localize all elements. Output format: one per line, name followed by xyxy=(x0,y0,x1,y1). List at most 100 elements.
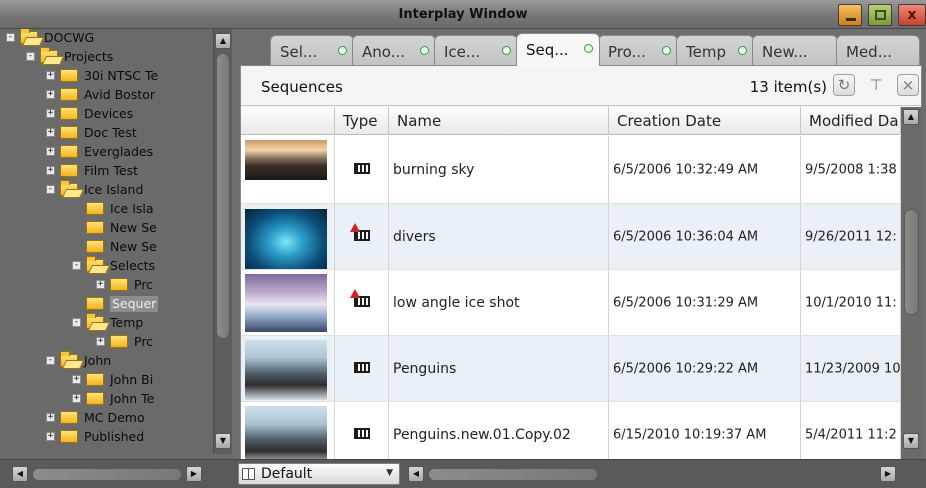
tab[interactable]: Pro... xyxy=(598,35,678,66)
scroll-up-icon[interactable]: ▲ xyxy=(215,33,231,49)
tree-item-label: DOCWG xyxy=(44,30,95,45)
tree-item[interactable]: Sequer xyxy=(0,296,212,312)
folder-icon xyxy=(110,335,128,348)
scroll-right-icon[interactable]: ▶ xyxy=(186,466,202,482)
expand-icon[interactable]: + xyxy=(46,71,55,80)
folder-icon xyxy=(60,88,78,101)
modified-date-text: 9/26/2011 12: xyxy=(805,229,897,244)
tree-item[interactable]: + Published xyxy=(0,429,212,445)
table-row[interactable]: Penguins.new.01.Copy.02 6/15/2010 10:19:3… xyxy=(241,402,901,459)
scroll-left-icon[interactable]: ◀ xyxy=(12,466,28,482)
tree-item-label: MC Demo xyxy=(84,410,145,425)
tree-item[interactable]: - DOCWG xyxy=(0,29,212,46)
tree-vertical-scrollbar[interactable]: ▲ ▼ xyxy=(213,29,232,454)
open-folder-icon xyxy=(60,351,78,367)
open-folder-icon xyxy=(40,47,58,63)
scroll-up-icon[interactable]: ▲ xyxy=(903,109,919,125)
tree-item[interactable]: + MC Demo xyxy=(0,410,212,426)
view-preset-select[interactable]: Default ▼ xyxy=(238,463,400,485)
refresh-icon[interactable]: ↻ xyxy=(833,74,855,96)
collapse-icon[interactable]: - xyxy=(46,185,55,194)
expand-icon[interactable]: + xyxy=(46,166,55,175)
expand-icon[interactable]: + xyxy=(46,432,55,441)
tab[interactable]: Ice... xyxy=(434,35,518,66)
table-row[interactable]: divers 6/5/2006 10:36:04 AM 9/26/2011 12: xyxy=(241,204,901,270)
tree-horizontal-scrollbar[interactable]: ◀ ▶ xyxy=(0,459,232,488)
tree-item[interactable]: + Film Test xyxy=(0,163,212,179)
open-folder-icon xyxy=(86,313,104,329)
tree-item[interactable]: + John Bi xyxy=(0,372,212,388)
tab[interactable]: Sel... xyxy=(270,35,354,66)
tree-item[interactable]: - Ice Island xyxy=(0,180,212,198)
maximize-button[interactable] xyxy=(868,4,892,26)
tree-item[interactable]: + Devices xyxy=(0,106,212,122)
column-header[interactable]: Type xyxy=(335,107,389,135)
expand-icon[interactable]: + xyxy=(46,90,55,99)
table-scroll-thumb[interactable] xyxy=(904,209,919,315)
scroll-down-icon[interactable]: ▼ xyxy=(215,433,231,449)
tab[interactable]: Med... xyxy=(836,35,920,66)
collapse-icon[interactable]: - xyxy=(26,52,35,61)
minimize-button[interactable] xyxy=(838,4,862,26)
table-row[interactable]: low angle ice shot 6/5/2006 10:31:29 AM 10… xyxy=(241,270,901,336)
column-header[interactable]: Creation Date xyxy=(609,107,801,135)
tree-item[interactable]: - Projects xyxy=(0,47,212,65)
tree-hscroll-thumb[interactable] xyxy=(32,468,182,481)
close-icon[interactable]: × xyxy=(897,74,919,96)
tab-bar: Sel... Ano... Ice... Seq... Pro... Temp New...… xyxy=(240,29,926,66)
tab-label: Temp xyxy=(686,43,726,61)
column-header[interactable]: Modified Da xyxy=(801,107,901,135)
tree-item[interactable]: - Selects xyxy=(0,256,212,274)
tree-item[interactable]: Ice Isla xyxy=(0,201,212,217)
collapse-icon[interactable]: - xyxy=(6,33,15,42)
expand-icon[interactable]: + xyxy=(72,394,81,403)
tree-item[interactable]: + John Te xyxy=(0,391,212,407)
tab[interactable]: Ano... xyxy=(352,35,436,66)
close-window-button[interactable]: x xyxy=(898,4,926,26)
collapse-icon[interactable]: - xyxy=(72,261,81,270)
tab-label: Ice... xyxy=(444,43,481,61)
tree-item[interactable]: +30i NTSC Te xyxy=(0,68,212,84)
table-vertical-scrollbar[interactable]: ▲ ▼ xyxy=(901,107,922,459)
tree-item[interactable]: - John xyxy=(0,351,212,369)
pin-icon[interactable]: ⊤ xyxy=(865,74,887,96)
tree-item-label: John Te xyxy=(110,391,155,406)
scroll-left-icon[interactable]: ◀ xyxy=(408,466,424,482)
tree-item[interactable]: New Se xyxy=(0,220,212,236)
creation-date-cell: 6/15/2010 10:19:37 AM xyxy=(609,402,801,459)
expand-icon[interactable]: + xyxy=(72,375,81,384)
column-header[interactable] xyxy=(241,107,335,135)
tree-item[interactable]: New Se xyxy=(0,239,212,255)
expand-icon[interactable]: + xyxy=(96,337,105,346)
tab[interactable]: New... xyxy=(752,35,838,66)
table-hscroll-thumb[interactable] xyxy=(428,468,598,481)
collapse-icon[interactable]: - xyxy=(72,318,81,327)
tree-item-label: John xyxy=(84,353,112,368)
expand-icon[interactable]: + xyxy=(46,109,55,118)
collapse-icon[interactable]: - xyxy=(46,356,55,365)
tree-scroll-thumb[interactable] xyxy=(216,53,230,339)
expand-icon[interactable]: + xyxy=(46,128,55,137)
tree-item[interactable]: - Temp xyxy=(0,313,212,331)
tab-label: Pro... xyxy=(608,43,646,61)
window-title: Interplay Window xyxy=(398,7,528,22)
table-row[interactable]: Penguins 6/5/2006 10:29:22 AM 11/23/2009 1… xyxy=(241,336,901,402)
tab[interactable]: Temp xyxy=(676,35,754,66)
folder-icon xyxy=(86,202,104,215)
scroll-down-icon[interactable]: ▼ xyxy=(903,433,919,449)
expand-icon[interactable]: + xyxy=(96,280,105,289)
view-icon xyxy=(242,468,255,480)
type-cell xyxy=(335,204,389,269)
tab[interactable]: Seq... xyxy=(516,33,600,66)
tree-item[interactable]: + Prc xyxy=(0,277,212,293)
tree-item[interactable]: + Doc Test xyxy=(0,125,212,141)
tree-item[interactable]: + Everglades xyxy=(0,144,212,160)
thumbnail-cell xyxy=(241,336,335,401)
table-row[interactable]: burning sky 6/5/2006 10:32:49 AM 9/5/2008 … xyxy=(241,136,901,204)
expand-icon[interactable]: + xyxy=(46,413,55,422)
expand-icon[interactable]: + xyxy=(46,147,55,156)
tree-item[interactable]: + Prc xyxy=(0,334,212,350)
scroll-right-icon[interactable]: ▶ xyxy=(880,466,896,482)
column-header[interactable]: Name xyxy=(389,107,609,135)
tree-item[interactable]: + Avid Bostor xyxy=(0,87,212,103)
